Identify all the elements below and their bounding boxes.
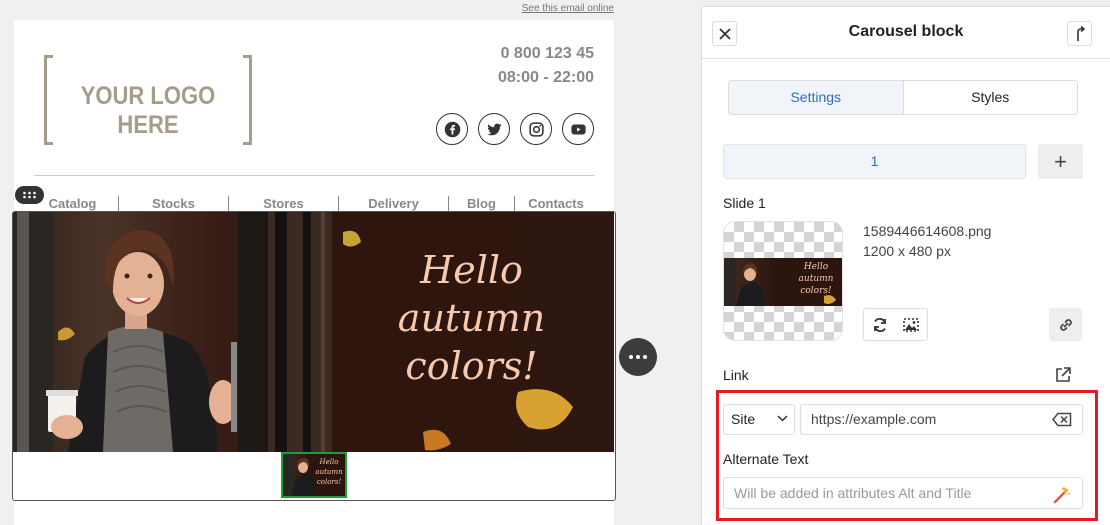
slide-link-button[interactable] bbox=[1049, 308, 1082, 341]
refresh-icon bbox=[873, 317, 886, 332]
tab-styles[interactable]: Styles bbox=[903, 81, 1077, 114]
link-url-input[interactable]: https://example.com bbox=[800, 404, 1083, 435]
banner-headline: Hello autumn colors! bbox=[397, 248, 546, 388]
slide-label: Slide 1 bbox=[723, 195, 766, 211]
carousel-slide-image[interactable]: Hello autumn colors! bbox=[13, 212, 614, 452]
clear-input-icon[interactable] bbox=[1052, 412, 1072, 427]
settings-panel: Carousel block Settings Styles 1 + Slide… bbox=[701, 6, 1110, 525]
logo-placeholder[interactable]: YOUR LOGO HERE bbox=[44, 55, 252, 145]
nav-item-stocks[interactable]: Stocks bbox=[119, 196, 229, 212]
link-type-select[interactable]: Site bbox=[723, 404, 795, 435]
logo-text: YOUR LOGO HERE bbox=[80, 82, 216, 139]
slide-tab-1[interactable]: 1 bbox=[723, 144, 1026, 179]
carousel-thumbnail-active[interactable]: Hello autumn colors! bbox=[281, 452, 347, 498]
slide-image-preview[interactable]: Hello autumn colors! bbox=[723, 221, 843, 341]
carousel-block[interactable]: Hello autumn colors! Hello autumn colors… bbox=[12, 211, 616, 501]
nav-item-delivery[interactable]: Delivery bbox=[339, 196, 449, 212]
tab-settings[interactable]: Settings bbox=[729, 81, 904, 114]
twitter-icon[interactable] bbox=[478, 113, 510, 145]
panel-title: Carousel block bbox=[848, 23, 964, 40]
panel-tabs: Settings Styles bbox=[728, 80, 1078, 115]
panel-header: Carousel block bbox=[702, 7, 1110, 59]
image-file-name: 1589446614608.png bbox=[863, 223, 992, 239]
social-icons bbox=[436, 113, 594, 145]
youtube-icon[interactable] bbox=[562, 113, 594, 145]
external-link-icon[interactable] bbox=[1054, 366, 1072, 384]
chevron-down-icon bbox=[777, 415, 788, 422]
nav-item-blog[interactable]: Blog bbox=[449, 196, 515, 212]
drag-handle-icon[interactable] bbox=[15, 186, 44, 204]
phone-number: 0 800 123 45 bbox=[500, 45, 594, 62]
magic-wand-icon[interactable] bbox=[1052, 484, 1072, 504]
link-label: Link bbox=[723, 367, 749, 383]
arrow-up-turn-icon bbox=[1076, 25, 1085, 41]
working-hours: 08:00 - 22:00 bbox=[497, 69, 594, 86]
menu-block[interactable]: Catalog Stocks Stores Delivery Blog Cont… bbox=[27, 196, 597, 212]
add-slide-button[interactable]: + bbox=[1038, 144, 1083, 179]
nav-item-contacts[interactable]: Contacts bbox=[515, 196, 597, 212]
alt-text-label: Alternate Text bbox=[723, 451, 809, 467]
more-options-button[interactable] bbox=[619, 338, 657, 376]
crop-image-button[interactable] bbox=[896, 309, 928, 340]
header-divider bbox=[34, 175, 594, 176]
move-up-button[interactable] bbox=[1067, 21, 1092, 46]
image-edit-icon bbox=[903, 317, 920, 332]
nav-item-stores[interactable]: Stores bbox=[229, 196, 339, 212]
instagram-icon[interactable] bbox=[520, 113, 552, 145]
image-tools bbox=[863, 308, 928, 341]
image-dimensions: 1200 x 480 px bbox=[863, 243, 951, 259]
replace-image-button[interactable] bbox=[864, 309, 896, 340]
contact-info: 0 800 123 45 08:00 - 22:00 bbox=[498, 42, 594, 90]
facebook-icon[interactable] bbox=[436, 113, 468, 145]
link-icon bbox=[1059, 318, 1072, 331]
alt-text-input[interactable]: Will be added in attributes Alt and Titl… bbox=[723, 477, 1083, 509]
